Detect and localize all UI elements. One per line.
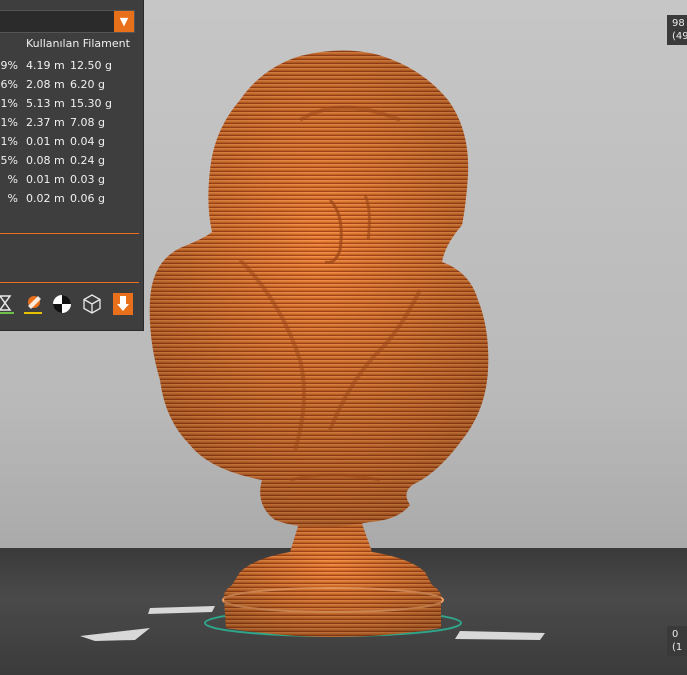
- row-percent: ,1%: [0, 97, 18, 110]
- row-weight: 7.08 g: [70, 116, 105, 129]
- legend-toolbar: [0, 292, 143, 320]
- row-weight: 0.06 g: [70, 192, 105, 205]
- hourglass-icon[interactable]: [0, 292, 18, 316]
- coord-line: 0: [672, 629, 679, 640]
- row-length: 0.01 m: [26, 173, 65, 186]
- coord-line: 98: [672, 18, 685, 29]
- row-percent: ,6%: [0, 78, 18, 91]
- row-percent: ,1%: [0, 116, 18, 129]
- row-percent: %: [7, 192, 18, 205]
- row-length: 0.01 m: [26, 135, 65, 148]
- row-weight: 12.50 g: [70, 59, 112, 72]
- filament-legend-panel: ▼ Kullanılan Filament ,9% 4.19 m 12.50 g…: [0, 0, 144, 331]
- bust-model: [149, 50, 489, 527]
- 3d-viewport[interactable]: ▼ Kullanılan Filament ,9% 4.19 m 12.50 g…: [0, 0, 687, 675]
- row-percent: ,9%: [0, 59, 18, 72]
- row-weight: 6.20 g: [70, 78, 105, 91]
- wireframe-cube-icon[interactable]: [81, 292, 103, 316]
- legend-divider: [0, 282, 139, 283]
- row-length: 2.37 m: [26, 116, 65, 129]
- row-weight: 0.24 g: [70, 154, 105, 167]
- row-percent: %: [7, 173, 18, 186]
- bottom-coordinate-readout: 0 (1: [667, 626, 687, 656]
- coord-line: (49: [672, 31, 687, 42]
- row-length: 0.08 m: [26, 154, 65, 167]
- top-coordinate-readout: 98 (49: [667, 15, 687, 45]
- legend-divider: [0, 233, 139, 234]
- color-edit-icon[interactable]: [22, 292, 44, 316]
- center-of-gravity-icon[interactable]: [51, 292, 73, 316]
- row-weight: 15.30 g: [70, 97, 112, 110]
- row-weight: 0.04 g: [70, 135, 105, 148]
- coord-line: (1: [672, 642, 683, 653]
- export-download-icon[interactable]: [112, 292, 134, 316]
- pedestal: [222, 518, 444, 637]
- used-filament-header: Kullanılan Filament: [26, 37, 130, 50]
- row-length: 2.08 m: [26, 78, 65, 91]
- row-weight: 0.03 g: [70, 173, 105, 186]
- row-length: 5.13 m: [26, 97, 65, 110]
- row-length: 0.02 m: [26, 192, 65, 205]
- row-length: 4.19 m: [26, 59, 65, 72]
- row-percent: 5%: [0, 154, 18, 167]
- view-type-dropdown[interactable]: ▼: [0, 10, 135, 33]
- chevron-down-icon[interactable]: ▼: [114, 11, 134, 32]
- row-percent: 1%: [0, 135, 18, 148]
